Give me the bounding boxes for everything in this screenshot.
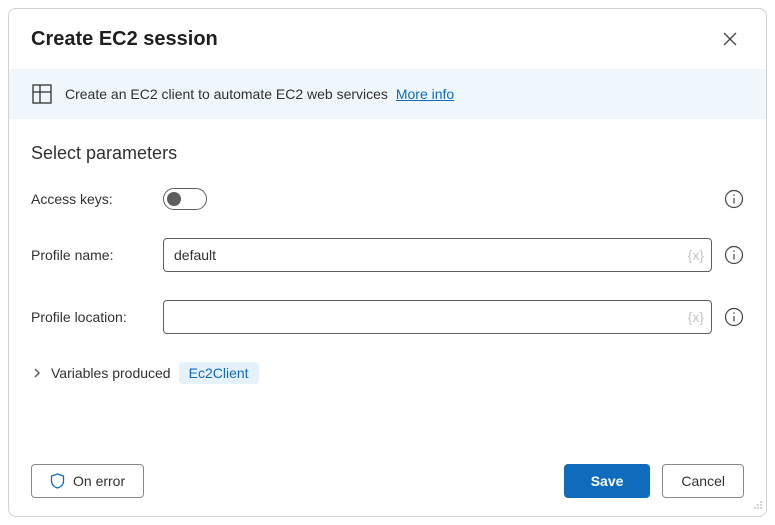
profile-location-row: Profile location: {x}	[31, 300, 744, 334]
profile-location-info-button[interactable]	[724, 307, 744, 327]
on-error-button[interactable]: On error	[31, 464, 144, 498]
info-icon	[724, 307, 744, 327]
profile-location-label: Profile location:	[31, 309, 151, 325]
variables-produced-row[interactable]: Variables produced Ec2Client	[31, 362, 744, 384]
access-keys-row: Access keys:	[31, 188, 744, 210]
dialog-header: Create EC2 session	[9, 9, 766, 63]
cancel-button[interactable]: Cancel	[662, 464, 744, 498]
more-info-link[interactable]: More info	[396, 86, 454, 102]
variable-chip-ec2client[interactable]: Ec2Client	[179, 362, 259, 384]
on-error-label: On error	[73, 473, 125, 489]
dialog-footer: On error Save Cancel	[9, 446, 766, 516]
access-keys-label: Access keys:	[31, 191, 151, 207]
profile-name-row: Profile name: {x}	[31, 238, 744, 272]
profile-name-info-button[interactable]	[724, 245, 744, 265]
info-icon	[724, 189, 744, 209]
profile-name-label: Profile name:	[31, 247, 151, 263]
shield-icon	[50, 473, 65, 489]
save-button[interactable]: Save	[564, 464, 651, 498]
profile-location-input[interactable]	[163, 300, 712, 334]
profile-name-input[interactable]	[163, 238, 712, 272]
close-button[interactable]	[716, 25, 744, 53]
access-keys-info-button[interactable]	[724, 189, 744, 209]
toggle-knob	[167, 192, 181, 206]
info-text: Create an EC2 client to automate EC2 web…	[65, 86, 454, 102]
profile-location-input-wrap: {x}	[163, 300, 712, 334]
section-title: Select parameters	[31, 143, 744, 164]
profile-name-input-wrap: {x}	[163, 238, 712, 272]
app-icon	[31, 83, 53, 105]
info-text-label: Create an EC2 client to automate EC2 web…	[65, 86, 388, 102]
close-icon	[723, 32, 737, 46]
footer-actions: Save Cancel	[564, 464, 744, 498]
dialog: Create EC2 session Create an EC2 client …	[8, 8, 767, 517]
chevron-right-icon	[31, 367, 43, 379]
info-icon	[724, 245, 744, 265]
info-bar: Create an EC2 client to automate EC2 web…	[9, 69, 766, 119]
access-keys-toggle[interactable]	[163, 188, 207, 210]
dialog-content: Select parameters Access keys: Profile n…	[9, 119, 766, 446]
variables-produced-label: Variables produced	[51, 365, 171, 381]
dialog-title: Create EC2 session	[31, 28, 218, 51]
